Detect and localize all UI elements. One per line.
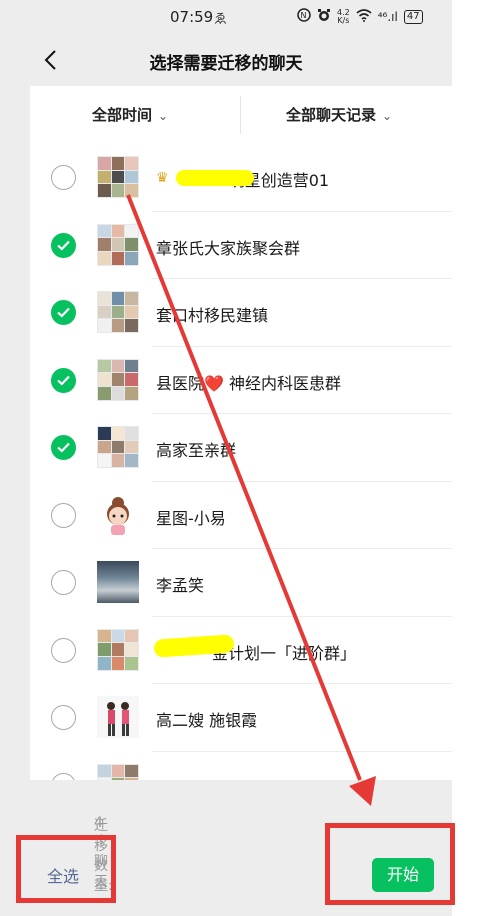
annotation-arrow	[126, 194, 376, 806]
